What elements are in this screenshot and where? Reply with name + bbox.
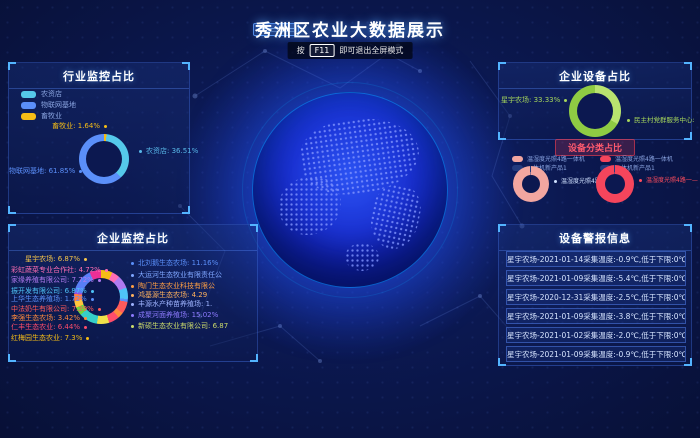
alert-row: 星宇农场-2021-01-09采集温度:-3.8℃,低于下限:0℃	[506, 308, 686, 324]
equipment-donut-chart[interactable]	[569, 85, 621, 137]
slice-label: 丰源水产种苗养殖场: 1.	[131, 300, 212, 309]
legend-item[interactable]: 温湿度光照4路一体机	[600, 154, 673, 163]
slice-label: 彩虹蔬菜专业合作社: 4.72%	[11, 266, 87, 275]
slice-label: 民主村党群服务中心:	[627, 116, 695, 125]
page-title: 秀洲区农业大数据展示	[0, 16, 700, 41]
legend-label: 农资店	[41, 89, 62, 99]
legend-item[interactable]: 物联网基地	[21, 100, 76, 110]
slice-label: 农资店: 36.51%	[139, 147, 198, 156]
panel-equipment-share: 企业设备占比 星宇农场: 33.33% 民主村党群服务中心:	[498, 62, 692, 140]
alert-row: 星宇农场-2021-01-14采集温度:-0.9℃,低于下限:0℃	[506, 251, 686, 267]
industry-donut-chart[interactable]	[79, 134, 129, 184]
legend-swatch	[600, 156, 611, 162]
hint-suffix: 即可退出全屏模式	[339, 45, 403, 56]
legend-label: 物联网基地	[41, 100, 76, 110]
legend-swatch	[21, 91, 36, 98]
alert-row: 星宇农场-2020-12-31采集温度:-2.5℃,低于下限:0℃	[506, 289, 686, 305]
legend-item[interactable]: 畜牧业	[21, 111, 62, 121]
legend-label: 温湿度光照4路一体机	[527, 154, 585, 163]
panel-alerts-title: 设备警报信息	[499, 225, 691, 251]
slice-label: 上华生态养殖场: 1.72%	[11, 295, 87, 304]
slice-label: 红梅园生态农业: 7.3%	[11, 334, 87, 343]
legend-label: 温湿度光照4路一体机	[615, 154, 673, 163]
panel-enterprise-title: 企业监控占比	[9, 225, 257, 251]
slice-label: 北刘鹅生态农场: 11.16%	[131, 259, 218, 268]
slice-label: 中法奶牛有限公司: 7.29%	[11, 305, 87, 314]
slice-label: 成聚河面养殖场: 15.02%	[131, 311, 218, 320]
panel-enterprise-monitor: 企业监控占比 星宇农场: 6.87% 彩虹蔬菜专业合作社: 4.72% 家缘养殖…	[8, 224, 258, 362]
slice-label: 大运河生态牧业有限责任公	[131, 271, 222, 280]
device-category-donut-left[interactable]	[513, 166, 549, 202]
f11-keycap: F11	[310, 44, 335, 57]
slice-label: 畜牧业: 1.64%	[23, 122, 107, 131]
legend-swatch	[512, 156, 523, 162]
slice-label: 星宇农场: 33.33%	[501, 96, 565, 105]
slice-label: 新硕生态农业有限公司: 6.87	[131, 322, 228, 331]
continent-dots	[345, 243, 379, 271]
slice-label: 家缘养殖有限公司: 7.72%	[11, 276, 87, 285]
slice-label: 陶门生态农业科技有限公	[131, 282, 215, 291]
continent-dots	[279, 177, 341, 235]
alert-row: 星宇农场-2021-01-09采集温度:-0.9℃,低于下限:0℃	[506, 346, 686, 362]
legend-item[interactable]: 温湿度光照4路一体机	[512, 154, 585, 163]
panel-industry-monitor: 行业监控占比 农资店 物联网基地 畜牧业 畜牧业: 1.64% 农资店: 36.…	[8, 62, 190, 214]
slice-label: 温湿度光照4路一—	[639, 176, 698, 185]
dashboard: 秀洲区农业大数据展示 按 F11 即可退出全屏模式 行业监控占比 农资店 物联网…	[0, 0, 700, 438]
panel-industry-title: 行业监控占比	[9, 63, 189, 89]
legend-swatch	[21, 113, 36, 120]
panel-device-alerts: 设备警报信息 星宇农场-2021-01-14采集温度:-0.9℃,低于下限:0℃…	[498, 224, 692, 366]
alert-row: 星宇农场-2021-01-09采集温度:-5.4℃,低于下限:0℃	[506, 270, 686, 286]
slice-label: 鸿基源生态农场: 4.29	[131, 291, 207, 300]
device-category-donut-right[interactable]	[596, 165, 634, 203]
hint-prefix: 按	[297, 45, 305, 56]
fullscreen-hint: 按 F11 即可退出全屏模式	[288, 42, 413, 59]
alert-row: 星宇农场-2021-01-02采集温度:-2.0℃,低于下限:0℃	[506, 327, 686, 343]
slice-label: 仁丰生态农业: 6.44%	[11, 323, 87, 332]
continent-dots	[365, 181, 425, 254]
slice-label: 星宇农场: 6.87%	[11, 255, 87, 264]
legend-item[interactable]: 农资店	[21, 89, 62, 99]
legend-label: 畜牧业	[41, 111, 62, 121]
legend-swatch	[21, 102, 36, 109]
globe[interactable]	[252, 92, 448, 288]
slice-label: 李强生态农场: 3.42%	[11, 314, 87, 323]
panel-device-category: 设备分类占比 温湿度光照4路一体机 一体机新产品1 温湿度光照4路一— 温湿度光…	[498, 139, 692, 219]
slice-label: 物联网基地: 61.85%	[9, 167, 71, 176]
